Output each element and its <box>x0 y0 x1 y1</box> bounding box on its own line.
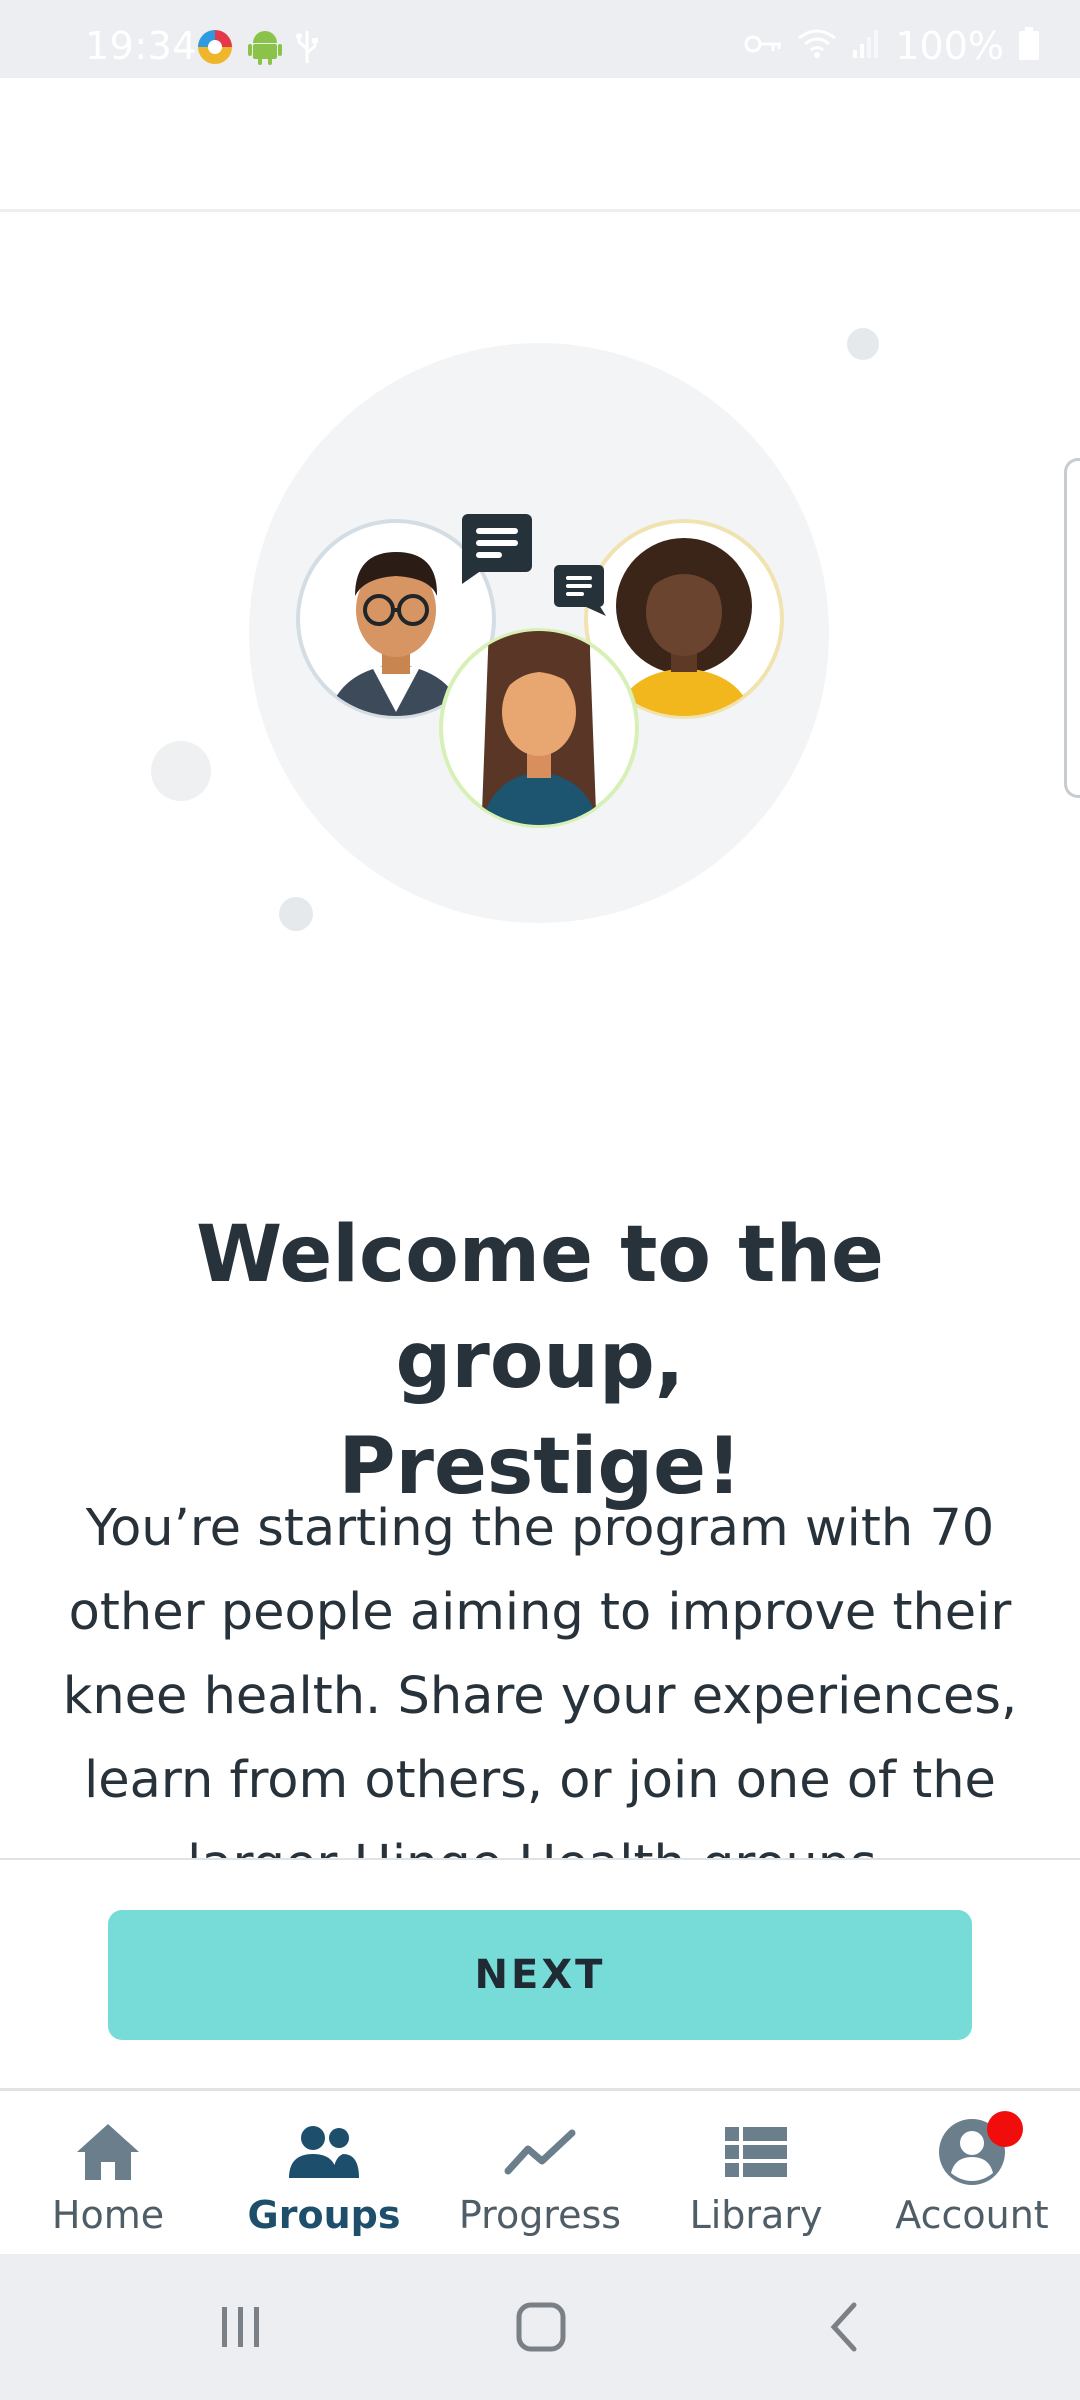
nav-item-home[interactable]: Home <box>0 2091 216 2254</box>
nav-label-progress: Progress <box>458 2193 622 2237</box>
nav-label-home: Home <box>51 2193 165 2237</box>
side-panel-handle[interactable] <box>1064 458 1080 798</box>
back-icon[interactable] <box>818 2294 868 2360</box>
account-icon <box>937 2111 1023 2185</box>
nav-item-library[interactable]: Library <box>648 2091 864 2254</box>
progress-icon <box>504 2119 576 2185</box>
nav-item-progress[interactable]: Progress <box>432 2091 648 2254</box>
welcome-body: You’re starting the program with 70 othe… <box>62 1499 1018 1858</box>
vpn-key-icon <box>743 32 783 60</box>
battery-percent: 100% <box>895 24 1004 68</box>
button-area: NEXT <box>0 1858 1080 2088</box>
next-button[interactable]: NEXT <box>108 1910 972 2040</box>
battery-icon <box>1018 27 1040 65</box>
nav-label-library: Library <box>689 2193 823 2237</box>
status-bar: 19:34 100% <box>0 0 1080 78</box>
usb-icon <box>296 29 318 69</box>
home-icon <box>75 2119 141 2185</box>
wifi-icon <box>797 28 837 64</box>
recent-apps-icon[interactable] <box>210 2294 270 2360</box>
group-illustration <box>151 328 879 931</box>
notification-badge <box>987 2111 1023 2147</box>
welcome-title: Welcome to the group, Prestige! <box>60 1202 1020 1520</box>
status-time: 19:34 <box>85 24 198 68</box>
top-header <box>0 78 1080 212</box>
signal-icon <box>851 28 881 64</box>
welcome-content[interactable]: Welcome to the group, Prestige! You’re s… <box>0 212 1080 1858</box>
nav-label-groups: Groups <box>247 2193 401 2237</box>
nav-label-account: Account <box>895 2193 1049 2237</box>
status-icons-left <box>196 28 318 70</box>
status-icons-right: 100% <box>743 24 1040 68</box>
groups-icon <box>287 2119 361 2185</box>
android-icon <box>248 29 282 69</box>
nav-item-groups[interactable]: Groups <box>216 2091 432 2254</box>
bottom-navigation: Home Groups Progress Library Account <box>0 2088 1080 2254</box>
library-icon <box>723 2119 789 2185</box>
system-navigation-bar <box>0 2254 1080 2400</box>
app-notification-icon <box>196 28 234 70</box>
home-system-icon[interactable] <box>508 2294 574 2360</box>
nav-item-account[interactable]: Account <box>864 2091 1080 2254</box>
welcome-title-line1: Welcome to the group, <box>196 1210 884 1406</box>
